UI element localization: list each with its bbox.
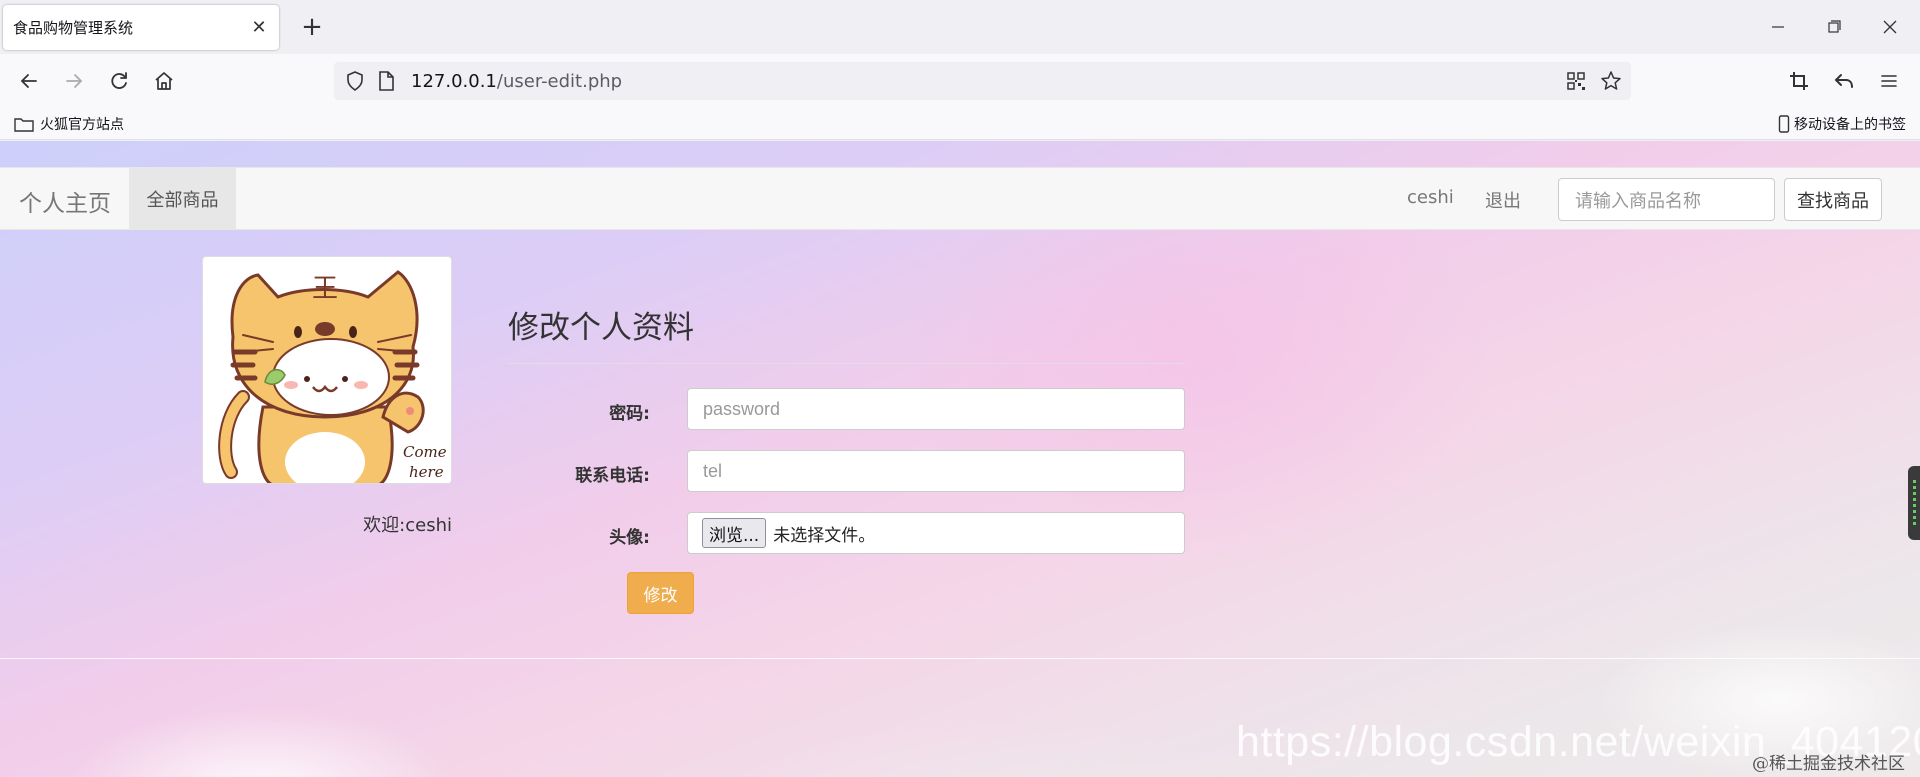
bookmark-left-label: 火狐官方站点 <box>40 117 124 133</box>
avatar: 王 Come here <box>202 256 452 484</box>
avatar-file-input[interactable]: 浏览... 未选择文件。 <box>687 512 1185 554</box>
search-products-button[interactable]: 查找商品 <box>1784 178 1882 221</box>
page-viewport: 个人主页 全部商品 ceshi 退出 请输入商品名称 查找商品 王 Come h… <box>0 141 1920 777</box>
tab-title: 食品购物管理系统 <box>13 19 134 37</box>
page-info-icon[interactable] <box>376 70 396 97</box>
tel-placeholder: tel <box>703 460 723 481</box>
bookmarks-toolbar: 火狐官方站点 移动设备上的书签 <box>0 108 1920 140</box>
welcome-text: 欢迎:ceshi <box>363 515 452 536</box>
browser-toolbar: 127.0.0.1/user-edit.php <box>0 54 1920 108</box>
close-tab-icon[interactable]: ✕ <box>249 17 269 38</box>
browser-tab-strip: 食品购物管理系统 ✕ + <box>0 0 1920 54</box>
url-host: 127.0.0.1 <box>411 71 497 92</box>
title-divider <box>508 363 1185 364</box>
bookmark-mobile[interactable]: 移动设备上的书签 <box>1778 114 1906 134</box>
browser-tab-active[interactable]: 食品购物管理系统 ✕ <box>3 5 279 50</box>
search-placeholder: 请输入商品名称 <box>1575 190 1701 212</box>
restore-window-icon[interactable] <box>1814 12 1854 42</box>
juejin-watermark: @稀土掘金技术社区 <box>1752 754 1905 774</box>
back-arrow-icon[interactable] <box>12 64 46 98</box>
minimize-window-icon[interactable] <box>1758 12 1798 42</box>
home-icon[interactable] <box>147 64 181 98</box>
shield-icon[interactable] <box>344 70 366 97</box>
bookmark-star-icon[interactable] <box>1600 70 1622 97</box>
tel-input[interactable]: tel <box>687 450 1185 492</box>
page-title: 修改个人资料 <box>508 310 694 346</box>
avatar-upload-label: 头像: <box>609 528 650 548</box>
url-text[interactable]: 127.0.0.1/user-edit.php <box>411 71 622 92</box>
password-input[interactable]: password <box>687 388 1185 430</box>
address-bar[interactable]: 127.0.0.1/user-edit.php <box>334 62 1631 100</box>
footer-divider <box>0 658 1920 659</box>
bookmark-right-label: 移动设备上的书签 <box>1794 117 1906 133</box>
avatar-glyph: 王 <box>312 274 338 304</box>
nav-item-all-products[interactable]: 全部商品 <box>129 168 236 229</box>
cartoon-tiger-avatar-icon: 王 Come here <box>218 270 447 483</box>
side-floating-widget[interactable] <box>1908 466 1920 540</box>
nav-brand-home[interactable]: 个人主页 <box>19 184 111 218</box>
product-search-input[interactable]: 请输入商品名称 <box>1558 178 1775 221</box>
menu-hamburger-icon[interactable] <box>1872 64 1906 98</box>
browse-file-button[interactable]: 浏览... <box>702 518 767 548</box>
avatar-text-here: here <box>409 463 444 481</box>
avatar-text-come: Come <box>403 443 447 461</box>
folder-icon <box>14 118 34 132</box>
password-label: 密码: <box>609 404 650 424</box>
password-placeholder: password <box>703 398 781 419</box>
reload-icon[interactable] <box>102 64 136 98</box>
qr-code-icon[interactable] <box>1566 71 1586 96</box>
site-navbar: 个人主页 全部商品 ceshi 退出 请输入商品名称 查找商品 <box>0 167 1920 230</box>
nav-logout[interactable]: 退出 <box>1485 187 1521 213</box>
undo-arrow-icon[interactable] <box>1827 64 1861 98</box>
submit-edit-button[interactable]: 修改 <box>627 572 694 614</box>
bookmark-firefox-official[interactable]: 火狐官方站点 <box>14 114 124 134</box>
mobile-device-icon <box>1778 115 1790 133</box>
new-tab-button[interactable]: + <box>294 10 330 46</box>
forward-arrow-icon[interactable] <box>57 64 91 98</box>
tel-label: 联系电话: <box>575 466 650 486</box>
nav-username[interactable]: ceshi <box>1407 187 1454 208</box>
close-window-icon[interactable] <box>1870 12 1910 42</box>
file-status-text: 未选择文件。 <box>773 525 876 546</box>
url-path: /user-edit.php <box>496 71 623 92</box>
screenshot-crop-icon[interactable] <box>1782 64 1816 98</box>
